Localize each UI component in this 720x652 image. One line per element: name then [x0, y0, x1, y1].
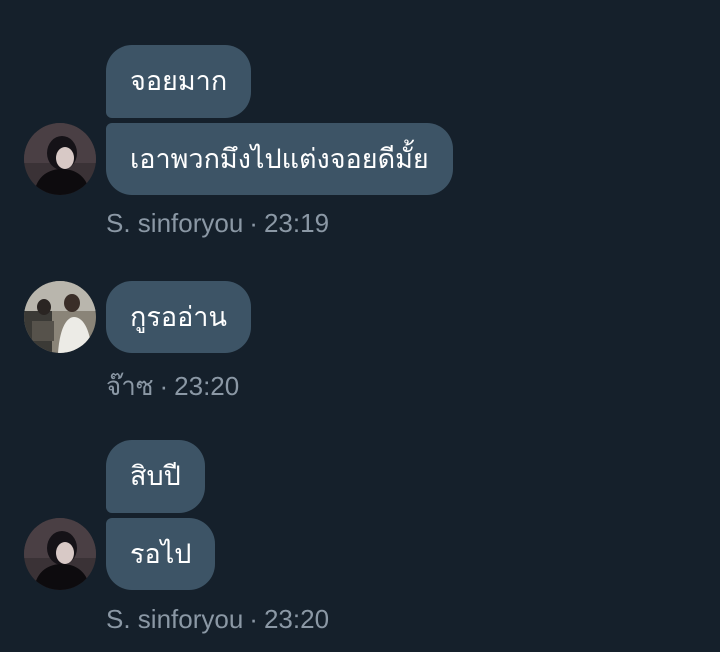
message-time: 23:19: [263, 208, 330, 238]
message-bubble[interactable]: รอไป: [106, 518, 216, 590]
message-bubble[interactable]: เอาพวกมึงไปแต่งจอยดีมั้ย: [106, 123, 453, 195]
message-meta: S. sinforyou · 23:19: [106, 208, 329, 239]
user-photo-dark-hoodie-icon: [24, 123, 96, 195]
message-bubble[interactable]: จอยมาก: [106, 45, 252, 118]
meta-separator: ·: [249, 208, 258, 238]
meta-separator: ·: [249, 604, 258, 634]
avatar[interactable]: [24, 281, 96, 353]
sender-name: S. sinforyou: [106, 208, 244, 238]
message-meta: จ๊าซ · 23:20: [106, 366, 239, 407]
message-text: สิบปี: [130, 461, 181, 492]
message-text: จอยมาก: [130, 66, 228, 97]
message-time: 23:20: [174, 371, 240, 401]
message-meta: S. sinforyou · 23:20: [106, 604, 329, 635]
message-bubble[interactable]: สิบปี: [106, 440, 205, 513]
message-time: 23:20: [263, 604, 330, 634]
user-photo-group-icon: [24, 281, 96, 353]
message-text: กูรออ่าน: [130, 301, 227, 333]
meta-separator: ·: [159, 371, 169, 401]
message-text: รอไป: [130, 538, 192, 570]
sender-name: จ๊าซ: [106, 371, 154, 401]
message-text: เอาพวกมึงไปแต่งจอยดีมั้ย: [130, 143, 429, 175]
user-photo-dark-hoodie-icon: [24, 518, 96, 590]
sender-name: S. sinforyou: [106, 604, 244, 634]
avatar[interactable]: [24, 518, 96, 590]
avatar[interactable]: [24, 123, 96, 195]
message-bubble[interactable]: กูรออ่าน: [106, 281, 251, 353]
